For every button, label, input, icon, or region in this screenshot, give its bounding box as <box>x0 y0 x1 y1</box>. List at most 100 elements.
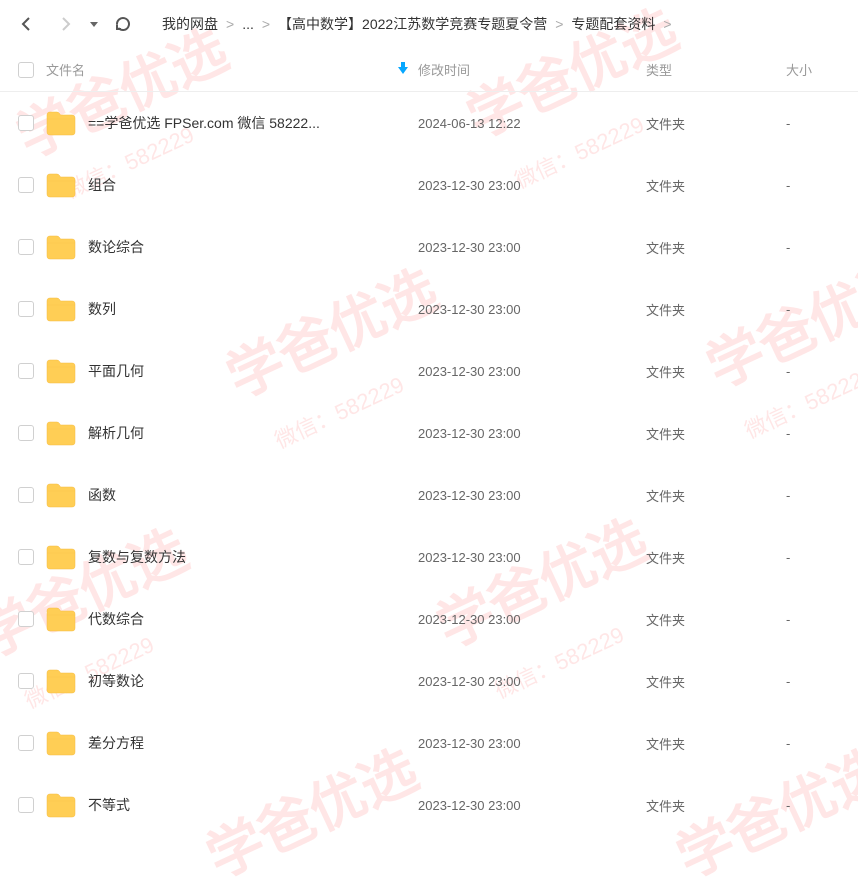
file-date: 2023-12-30 23:00 <box>418 240 646 255</box>
file-row[interactable]: ==学爸优选 FPSer.com 微信 58222... 2024-06-13 … <box>0 92 858 154</box>
file-size: - <box>786 240 840 255</box>
file-size: - <box>786 364 840 379</box>
file-row[interactable]: 组合 2023-12-30 23:00 文件夹 - <box>0 154 858 216</box>
folder-icon <box>46 110 76 136</box>
row-checkbox[interactable] <box>18 673 34 689</box>
folder-icon <box>46 172 76 198</box>
file-row[interactable]: 初等数论 2023-12-30 23:00 文件夹 - <box>0 650 858 712</box>
file-row[interactable]: 数论综合 2023-12-30 23:00 文件夹 - <box>0 216 858 278</box>
refresh-button[interactable] <box>108 9 138 39</box>
file-list: ==学爸优选 FPSer.com 微信 58222... 2024-06-13 … <box>0 92 858 836</box>
file-type: 文件夹 <box>646 548 786 567</box>
file-row[interactable]: 复数与复数方法 2023-12-30 23:00 文件夹 - <box>0 526 858 588</box>
folder-icon <box>46 420 76 446</box>
column-type[interactable]: 类型 <box>646 63 672 78</box>
breadcrumb-ellipsis[interactable]: ... <box>242 16 254 32</box>
history-dropdown[interactable] <box>88 20 100 28</box>
file-type: 文件夹 <box>646 424 786 443</box>
file-row[interactable]: 数列 2023-12-30 23:00 文件夹 - <box>0 278 858 340</box>
file-type: 文件夹 <box>646 362 786 381</box>
file-date: 2023-12-30 23:00 <box>418 426 646 441</box>
file-row[interactable]: 代数综合 2023-12-30 23:00 文件夹 - <box>0 588 858 650</box>
file-type: 文件夹 <box>646 672 786 691</box>
select-all-checkbox[interactable] <box>18 62 34 78</box>
row-checkbox[interactable] <box>18 239 34 255</box>
file-type: 文件夹 <box>646 796 786 815</box>
file-date: 2023-12-30 23:00 <box>418 550 646 565</box>
file-size: - <box>786 798 840 813</box>
breadcrumb-current[interactable]: 专题配套资料 <box>571 14 655 34</box>
file-size: - <box>786 612 840 627</box>
breadcrumb-mid[interactable]: 【高中数学】2022江苏数学竞赛专题夏令营 <box>278 14 547 34</box>
folder-icon <box>46 234 76 260</box>
row-checkbox[interactable] <box>18 425 34 441</box>
file-date: 2023-12-30 23:00 <box>418 178 646 193</box>
file-name: ==学爸优选 FPSer.com 微信 58222... <box>88 113 320 133</box>
folder-icon <box>46 544 76 570</box>
file-name: 代数综合 <box>88 609 144 629</box>
row-checkbox[interactable] <box>18 797 34 813</box>
chevron-right-icon: > <box>260 16 272 32</box>
chevron-right-icon: > <box>661 16 673 32</box>
file-size: - <box>786 178 840 193</box>
row-checkbox[interactable] <box>18 177 34 193</box>
file-type: 文件夹 <box>646 176 786 195</box>
file-date: 2023-12-30 23:00 <box>418 736 646 751</box>
file-size: - <box>786 550 840 565</box>
file-row[interactable]: 不等式 2023-12-30 23:00 文件夹 - <box>0 774 858 836</box>
file-type: 文件夹 <box>646 114 786 133</box>
file-date: 2023-12-30 23:00 <box>418 674 646 689</box>
file-date: 2023-12-30 23:00 <box>418 488 646 503</box>
file-name: 解析几何 <box>88 423 144 443</box>
file-date: 2024-06-13 12:22 <box>418 116 646 131</box>
file-date: 2023-12-30 23:00 <box>418 798 646 813</box>
folder-icon <box>46 296 76 322</box>
file-size: - <box>786 488 840 503</box>
file-size: - <box>786 116 840 131</box>
file-date: 2023-12-30 23:00 <box>418 612 646 627</box>
file-row[interactable]: 函数 2023-12-30 23:00 文件夹 - <box>0 464 858 526</box>
file-type: 文件夹 <box>646 610 786 629</box>
file-type: 文件夹 <box>646 486 786 505</box>
row-checkbox[interactable] <box>18 115 34 131</box>
toolbar: 我的网盘 > ... > 【高中数学】2022江苏数学竞赛专题夏令营 > 专题配… <box>0 0 858 48</box>
file-size: - <box>786 426 840 441</box>
file-type: 文件夹 <box>646 734 786 753</box>
breadcrumb-root[interactable]: 我的网盘 <box>162 14 218 34</box>
row-checkbox[interactable] <box>18 301 34 317</box>
file-date: 2023-12-30 23:00 <box>418 364 646 379</box>
folder-icon <box>46 606 76 632</box>
table-header: 文件名 修改时间 类型 大小 <box>0 48 858 92</box>
row-checkbox[interactable] <box>18 735 34 751</box>
sort-arrow-icon[interactable] <box>398 62 408 77</box>
file-type: 文件夹 <box>646 238 786 257</box>
file-name: 组合 <box>88 175 116 195</box>
file-size: - <box>786 302 840 317</box>
file-name: 差分方程 <box>88 733 144 753</box>
file-size: - <box>786 674 840 689</box>
folder-icon <box>46 668 76 694</box>
folder-icon <box>46 792 76 818</box>
file-name: 数论综合 <box>88 237 144 257</box>
forward-button[interactable] <box>50 9 80 39</box>
row-checkbox[interactable] <box>18 611 34 627</box>
file-row[interactable]: 差分方程 2023-12-30 23:00 文件夹 - <box>0 712 858 774</box>
back-button[interactable] <box>12 9 42 39</box>
file-name: 函数 <box>88 485 116 505</box>
row-checkbox[interactable] <box>18 363 34 379</box>
column-size[interactable]: 大小 <box>786 63 812 78</box>
chevron-right-icon: > <box>553 16 565 32</box>
folder-icon <box>46 730 76 756</box>
row-checkbox[interactable] <box>18 487 34 503</box>
column-name[interactable]: 文件名 <box>46 60 85 79</box>
file-row[interactable]: 平面几何 2023-12-30 23:00 文件夹 - <box>0 340 858 402</box>
file-type: 文件夹 <box>646 300 786 319</box>
file-date: 2023-12-30 23:00 <box>418 302 646 317</box>
file-size: - <box>786 736 840 751</box>
row-checkbox[interactable] <box>18 549 34 565</box>
file-name: 不等式 <box>88 795 130 815</box>
column-date[interactable]: 修改时间 <box>418 63 470 78</box>
file-row[interactable]: 解析几何 2023-12-30 23:00 文件夹 - <box>0 402 858 464</box>
folder-icon <box>46 482 76 508</box>
folder-icon <box>46 358 76 384</box>
